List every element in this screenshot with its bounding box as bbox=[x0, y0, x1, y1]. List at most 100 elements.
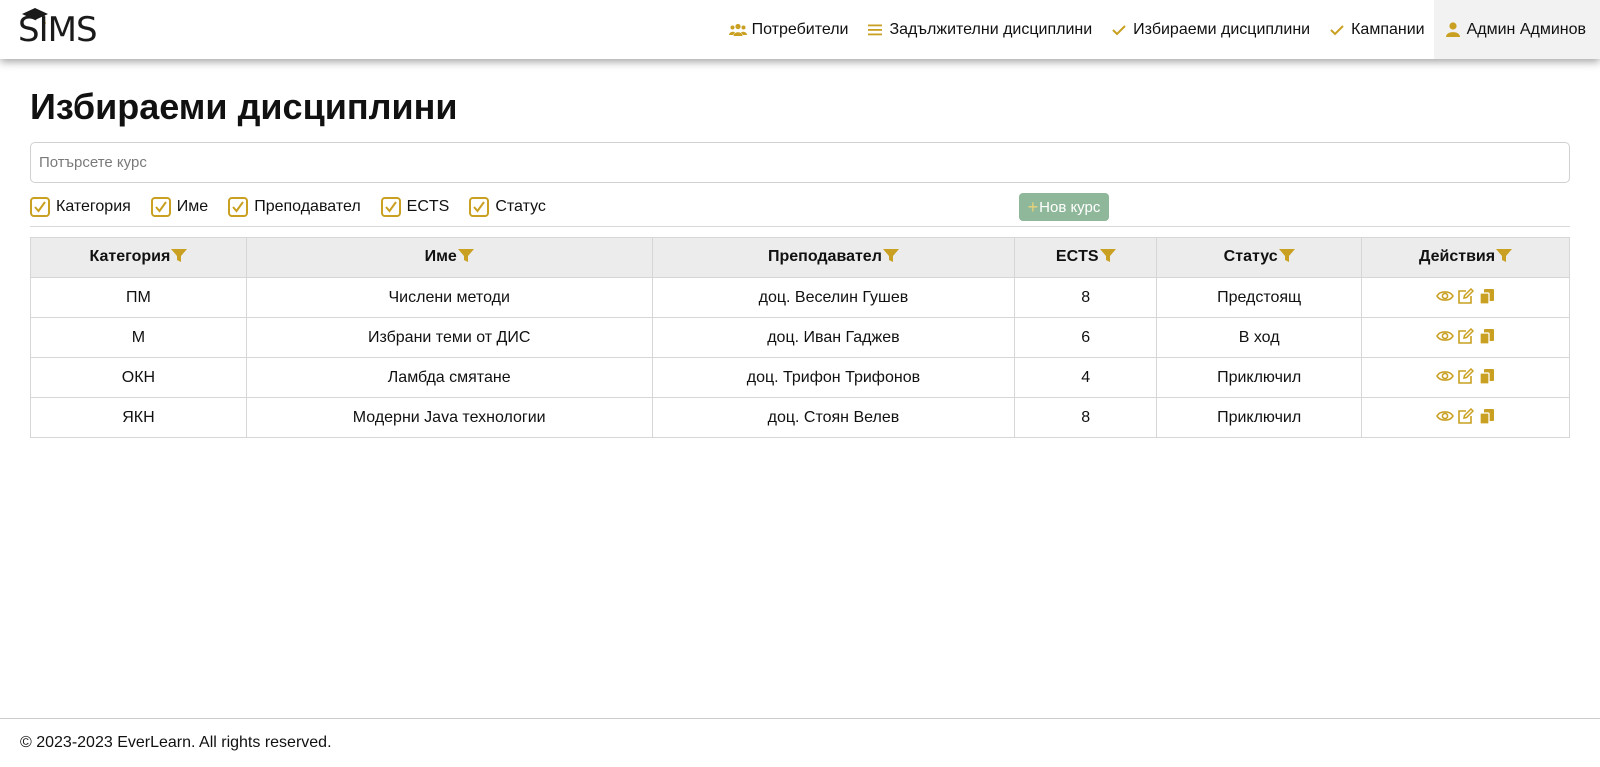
header-status[interactable]: Статус bbox=[1156, 237, 1363, 278]
cell-name: Избрани теми от ДИС bbox=[245, 317, 653, 358]
nav-item-users[interactable]: Потребители bbox=[720, 0, 858, 59]
row-actions bbox=[1435, 327, 1496, 345]
header-category[interactable]: Категория bbox=[30, 237, 247, 278]
view-icon[interactable] bbox=[1435, 327, 1454, 345]
search-input[interactable] bbox=[30, 142, 1570, 183]
cell-status: Предстоящ bbox=[1156, 277, 1363, 318]
filter-ects[interactable]: ECTS bbox=[380, 197, 450, 217]
checkbox-checked-icon[interactable] bbox=[150, 197, 171, 217]
filter-icon[interactable] bbox=[457, 248, 474, 268]
filter-icon[interactable] bbox=[1099, 248, 1116, 268]
filter-name[interactable]: Име bbox=[150, 197, 209, 217]
check-icon bbox=[1328, 22, 1346, 38]
header-teacher[interactable]: Преподавател bbox=[651, 237, 1016, 278]
table-row: ПМ Числени методи доц. Веселин Гушев 8 Предс… bbox=[30, 277, 1570, 318]
filter-label: ECTS bbox=[406, 198, 450, 215]
edit-icon[interactable] bbox=[1457, 287, 1475, 305]
header-label: Преподавател bbox=[767, 247, 882, 265]
cell-actions bbox=[1361, 317, 1570, 358]
row-actions bbox=[1435, 407, 1496, 425]
table-header-row: Категория Име Преподавател ECTS Статус Д… bbox=[30, 237, 1570, 278]
filter-icon[interactable] bbox=[1278, 248, 1295, 268]
logo-text: SIMS bbox=[18, 10, 98, 50]
user-icon bbox=[1444, 22, 1462, 38]
cell-name: Ламбда смятане bbox=[245, 357, 653, 398]
cell-teacher: доц. Стоян Велев bbox=[651, 397, 1016, 438]
copy-icon[interactable] bbox=[1478, 367, 1496, 385]
header-name[interactable]: Име bbox=[245, 237, 653, 278]
table-row: ЯКН Модерни Java технологии доц. Стоян Вел… bbox=[30, 397, 1570, 438]
filter-icon[interactable] bbox=[882, 248, 899, 268]
view-icon[interactable] bbox=[1435, 287, 1454, 305]
cell-teacher: доц. Иван Гаджев bbox=[651, 317, 1016, 358]
cell-ects: 6 bbox=[1014, 317, 1158, 358]
nav-item-elective-courses[interactable]: Избираеми дисциплини bbox=[1101, 0, 1319, 59]
view-icon[interactable] bbox=[1435, 407, 1454, 425]
cell-name: Модерни Java технологии bbox=[245, 397, 653, 438]
checkbox-checked-icon[interactable] bbox=[228, 197, 249, 217]
copy-icon[interactable] bbox=[1478, 327, 1496, 345]
filter-status[interactable]: Статус bbox=[469, 197, 546, 217]
cell-status: В ход bbox=[1156, 317, 1363, 358]
view-icon[interactable] bbox=[1435, 367, 1454, 385]
top-navbar: SIMS Потребители Задължителни дисциплини… bbox=[0, 0, 1600, 59]
header-ects[interactable]: ECTS bbox=[1014, 237, 1158, 278]
checkbox-checked-icon[interactable] bbox=[30, 197, 50, 217]
sims-logo[interactable]: SIMS bbox=[18, 6, 118, 50]
nav-item-label: Потребители bbox=[751, 20, 849, 38]
divider bbox=[30, 226, 1570, 227]
checkbox-checked-icon[interactable] bbox=[380, 197, 401, 217]
cell-ects: 8 bbox=[1014, 277, 1158, 318]
users-icon bbox=[728, 22, 747, 38]
footer-divider bbox=[0, 718, 1600, 719]
header-label: ECTS bbox=[1055, 247, 1099, 265]
cell-category: ЯКН bbox=[30, 397, 247, 438]
new-course-button[interactable]: + Нов курс bbox=[1019, 193, 1109, 221]
filter-label: Име bbox=[176, 198, 209, 215]
new-course-label: Нов курс bbox=[1039, 198, 1101, 216]
header-label: Категория bbox=[89, 247, 171, 265]
nav-item-label: Задължителни дисциплини bbox=[889, 20, 1093, 38]
cell-ects: 8 bbox=[1014, 397, 1158, 438]
table-row: ОКН Ламбда смятане доц. Трифон Трифонов 4 Пр… bbox=[30, 357, 1570, 398]
page-title: Избираеми дисциплини bbox=[30, 86, 458, 127]
edit-icon[interactable] bbox=[1457, 327, 1475, 345]
cell-teacher: доц. Трифон Трифонов bbox=[651, 357, 1016, 398]
plus-icon: + bbox=[1027, 197, 1039, 217]
row-actions bbox=[1435, 287, 1496, 305]
row-actions bbox=[1435, 367, 1496, 385]
check-icon bbox=[1110, 22, 1128, 38]
cell-ects: 4 bbox=[1014, 357, 1158, 398]
filter-category[interactable]: Категория bbox=[30, 197, 131, 217]
cell-actions bbox=[1361, 397, 1570, 438]
header-label: Действия bbox=[1419, 247, 1496, 265]
edit-icon[interactable] bbox=[1457, 407, 1475, 425]
nav-item-mandatory-courses[interactable]: Задължителни дисциплини bbox=[857, 0, 1101, 59]
filter-label: Преподавател bbox=[254, 198, 361, 215]
nav-item-label: Админ Админов bbox=[1466, 20, 1586, 38]
cell-status: Приключил bbox=[1156, 357, 1363, 398]
cell-status: Приключил bbox=[1156, 397, 1363, 438]
courses-table: Категория Име Преподавател ECTS Статус Д… bbox=[30, 237, 1570, 438]
filter-label: Статус bbox=[495, 198, 546, 215]
filter-label: Категория bbox=[56, 198, 131, 215]
checkbox-checked-icon[interactable] bbox=[469, 197, 490, 217]
header-actions[interactable]: Действия bbox=[1361, 237, 1570, 278]
table-row: М Избрани теми от ДИС доц. Иван Гаджев 6 В х… bbox=[30, 317, 1570, 358]
list-icon bbox=[866, 22, 884, 38]
filter-icon[interactable] bbox=[1496, 248, 1513, 268]
column-filters: Категория Име Преподавател ECTS Статус bbox=[30, 196, 566, 218]
copy-icon[interactable] bbox=[1478, 287, 1496, 305]
cell-category: ОКН bbox=[30, 357, 247, 398]
nav-item-label: Избираеми дисциплини bbox=[1133, 20, 1311, 38]
nav-item-campaigns[interactable]: Кампании bbox=[1319, 0, 1434, 59]
cell-actions bbox=[1361, 277, 1570, 318]
filter-icon[interactable] bbox=[171, 248, 188, 268]
header-label: Име bbox=[424, 247, 457, 265]
copy-icon[interactable] bbox=[1478, 407, 1496, 425]
header-label: Статус bbox=[1223, 247, 1278, 265]
edit-icon[interactable] bbox=[1457, 367, 1475, 385]
nav-item-user-profile[interactable]: Админ Админов bbox=[1433, 0, 1600, 59]
nav-menu: Потребители Задължителни дисциплини Изби… bbox=[720, 0, 1600, 59]
filter-teacher[interactable]: Преподавател bbox=[228, 197, 361, 217]
